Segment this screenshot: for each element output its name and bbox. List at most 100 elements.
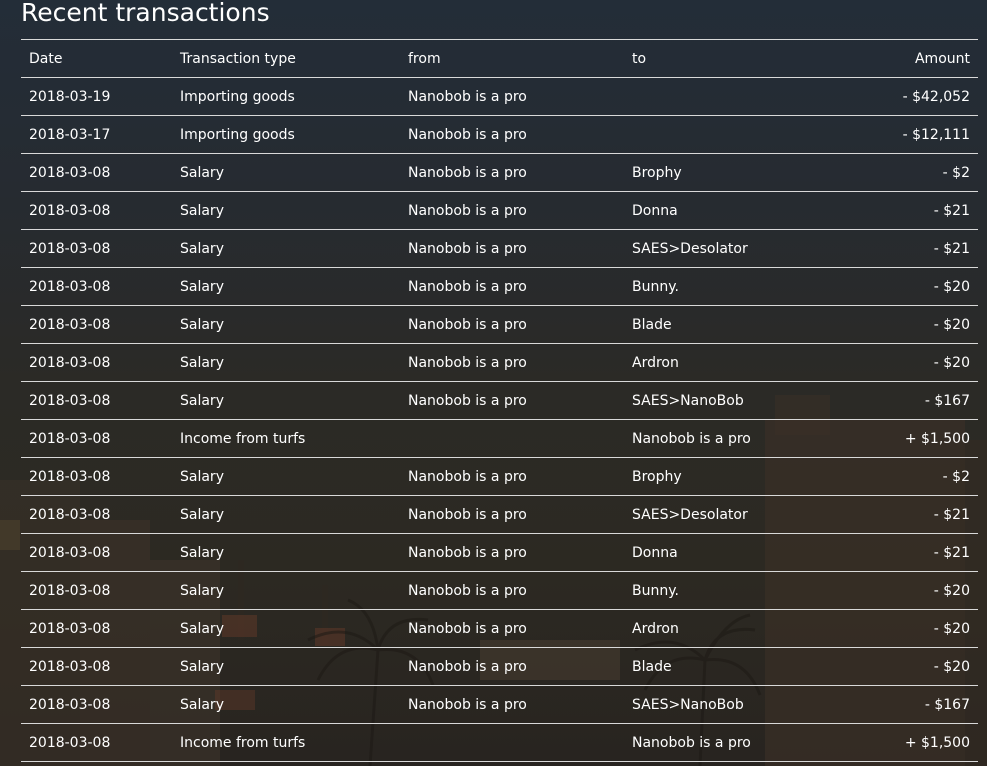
cell-transaction-type: Salary (172, 495, 400, 534)
cell-to: SAES>Desolator (624, 229, 844, 268)
cell-transaction-type: Salary (172, 305, 400, 344)
cell-to: SAES>NanoBob (624, 685, 844, 724)
cell-from: Nanobob is a pro (400, 77, 624, 116)
cell-to: Nanobob is a pro (624, 723, 844, 762)
cell-from: Nanobob is a pro (400, 153, 624, 192)
cell-transaction-type: Income from turfs (172, 419, 400, 458)
cell-amount: - $20 (844, 609, 978, 648)
cell-from: Nanobob is a pro (400, 229, 624, 268)
cell-transaction-type: Salary (172, 685, 400, 724)
column-header-transaction-type[interactable]: Transaction type (172, 39, 400, 78)
transactions-table: Date Transaction type from to Amount 201… (21, 39, 978, 762)
cell-amount: - $12,111 (844, 115, 978, 154)
cell-amount: + $1,500 (844, 419, 978, 458)
cell-from: Nanobob is a pro (400, 685, 624, 724)
cell-transaction-type: Salary (172, 571, 400, 610)
cell-amount: - $42,052 (844, 77, 978, 116)
cell-transaction-type: Importing goods (172, 115, 400, 154)
cell-from: Nanobob is a pro (400, 381, 624, 420)
cell-transaction-type: Salary (172, 457, 400, 496)
cell-from: Nanobob is a pro (400, 305, 624, 344)
column-header-amount[interactable]: Amount (844, 39, 978, 78)
cell-to (624, 115, 844, 154)
cell-transaction-type: Importing goods (172, 77, 400, 116)
cell-transaction-type: Salary (172, 191, 400, 230)
table-row: 2018-03-08 Salary Nanobob is a pro Donna - $… (21, 191, 978, 230)
cell-date: 2018-03-17 (21, 115, 172, 154)
table-row: 2018-03-08 Salary Nanobob is a pro Brophy - … (21, 153, 978, 192)
cell-date: 2018-03-08 (21, 495, 172, 534)
cell-to: Bunny. (624, 571, 844, 610)
cell-amount: - $167 (844, 685, 978, 724)
table-row: 2018-03-08 Salary Nanobob is a pro Bunny. - … (21, 571, 978, 610)
column-header-date[interactable]: Date (21, 39, 172, 78)
cell-amount: - $20 (844, 305, 978, 344)
table-row: 2018-03-08 Salary Nanobob is a pro Ardron - … (21, 609, 978, 648)
cell-date: 2018-03-08 (21, 305, 172, 344)
cell-date: 2018-03-08 (21, 647, 172, 686)
cell-date: 2018-03-08 (21, 153, 172, 192)
cell-to: Brophy (624, 457, 844, 496)
table-row: 2018-03-08 Salary Nanobob is a pro SAES>Des… (21, 229, 978, 268)
cell-transaction-type: Salary (172, 533, 400, 572)
column-header-to[interactable]: to (624, 39, 844, 78)
cell-to: Ardron (624, 343, 844, 382)
cell-to: Blade (624, 647, 844, 686)
table-body: 2018-03-19 Importing goods Nanobob is a pr… (21, 77, 978, 762)
cell-date: 2018-03-19 (21, 77, 172, 116)
cell-amount: - $21 (844, 229, 978, 268)
cell-date: 2018-03-08 (21, 533, 172, 572)
cell-amount: - $20 (844, 571, 978, 610)
cell-date: 2018-03-08 (21, 229, 172, 268)
table-row: 2018-03-17 Importing goods Nanobob is a pr… (21, 115, 978, 154)
table-row: 2018-03-08 Salary Nanobob is a pro SAES>Des… (21, 495, 978, 534)
cell-to: SAES>Desolator (624, 495, 844, 534)
cell-transaction-type: Income from turfs (172, 723, 400, 762)
cell-transaction-type: Salary (172, 153, 400, 192)
cell-to: SAES>NanoBob (624, 381, 844, 420)
cell-to: Ardron (624, 609, 844, 648)
cell-from: Nanobob is a pro (400, 533, 624, 572)
cell-from: Nanobob is a pro (400, 191, 624, 230)
cell-from: Nanobob is a pro (400, 457, 624, 496)
cell-date: 2018-03-08 (21, 723, 172, 762)
cell-amount: - $167 (844, 381, 978, 420)
cell-to: Nanobob is a pro (624, 419, 844, 458)
table-row: 2018-03-08 Salary Nanobob is a pro SAES>Nan… (21, 381, 978, 420)
cell-date: 2018-03-08 (21, 267, 172, 306)
column-header-from[interactable]: from (400, 39, 624, 78)
cell-date: 2018-03-08 (21, 571, 172, 610)
cell-from (400, 419, 624, 458)
page-title: Recent transactions (21, 0, 270, 27)
cell-transaction-type: Salary (172, 381, 400, 420)
cell-to: Bunny. (624, 267, 844, 306)
table-row: 2018-03-08 Salary Nanobob is a pro Blade - $… (21, 305, 978, 344)
table-row: 2018-03-08 Salary Nanobob is a pro Bunny. - … (21, 267, 978, 306)
cell-amount: + $1,500 (844, 723, 978, 762)
cell-from: Nanobob is a pro (400, 343, 624, 382)
table-header: Date Transaction type from to Amount (21, 39, 978, 78)
cell-amount: - $21 (844, 495, 978, 534)
cell-amount: - $21 (844, 191, 978, 230)
cell-amount: - $20 (844, 267, 978, 306)
cell-amount: - $2 (844, 457, 978, 496)
table-row: 2018-03-08 Income from turfs Nanobob is a … (21, 419, 978, 458)
cell-amount: - $2 (844, 153, 978, 192)
cell-from: Nanobob is a pro (400, 267, 624, 306)
cell-date: 2018-03-08 (21, 457, 172, 496)
cell-to: Donna (624, 191, 844, 230)
cell-transaction-type: Salary (172, 343, 400, 382)
cell-date: 2018-03-08 (21, 609, 172, 648)
table-row: 2018-03-08 Salary Nanobob is a pro Donna - $… (21, 533, 978, 572)
cell-date: 2018-03-08 (21, 343, 172, 382)
table-row: 2018-03-08 Salary Nanobob is a pro Brophy - … (21, 457, 978, 496)
cell-to: Blade (624, 305, 844, 344)
table-row: 2018-03-08 Salary Nanobob is a pro Blade - $… (21, 647, 978, 686)
cell-from: Nanobob is a pro (400, 571, 624, 610)
cell-date: 2018-03-08 (21, 419, 172, 458)
cell-to: Brophy (624, 153, 844, 192)
cell-transaction-type: Salary (172, 229, 400, 268)
cell-to: Donna (624, 533, 844, 572)
table-row: 2018-03-08 Salary Nanobob is a pro SAES>Nan… (21, 685, 978, 724)
header-row: Date Transaction type from to Amount (21, 39, 978, 78)
